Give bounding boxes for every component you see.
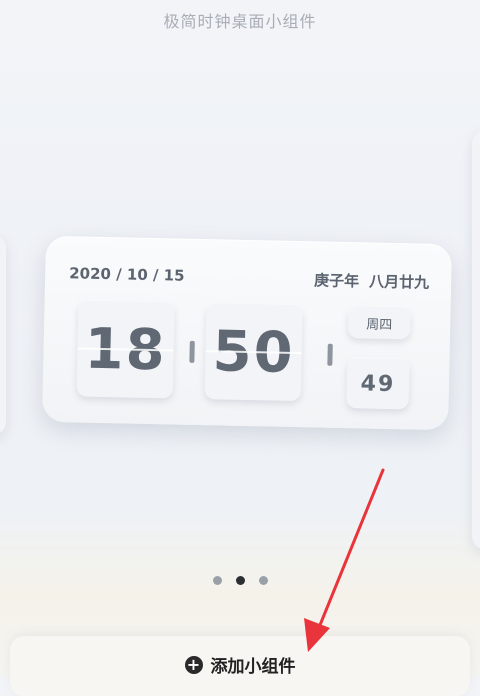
lunar-date: 八月廿九 xyxy=(368,272,430,292)
add-widget-button[interactable]: + 添加小组件 xyxy=(0,652,480,677)
widget-date: 2020 / 10 / 15 xyxy=(69,264,185,285)
page-dot-active[interactable] xyxy=(235,576,245,585)
hour-tile: 18 xyxy=(76,300,175,399)
second-tile: 49 xyxy=(346,358,410,410)
arrow-shaft xyxy=(316,468,385,632)
lunar-year: 庚子年 xyxy=(313,271,360,291)
time-separator xyxy=(327,343,333,366)
add-widget-label: 添加小组件 xyxy=(210,657,296,677)
page-indicator xyxy=(0,576,480,585)
plus-circle-icon: + xyxy=(184,655,203,674)
page-title: 极简时钟桌面小组件 xyxy=(163,12,317,31)
clock-widget[interactable]: 2020 / 10 / 15 庚子年 八月廿九 18 50 周四 49 xyxy=(42,235,452,431)
page-dot[interactable] xyxy=(212,576,222,585)
prev-widget-card[interactable] xyxy=(0,235,6,435)
weekday-tile: 周四 xyxy=(347,306,411,340)
lunar-info: 庚子年 八月廿九 xyxy=(314,269,429,292)
page-dot[interactable] xyxy=(258,576,268,585)
time-separator xyxy=(189,340,195,363)
next-widget-card[interactable] xyxy=(472,130,480,550)
minute-tile: 50 xyxy=(204,303,303,402)
